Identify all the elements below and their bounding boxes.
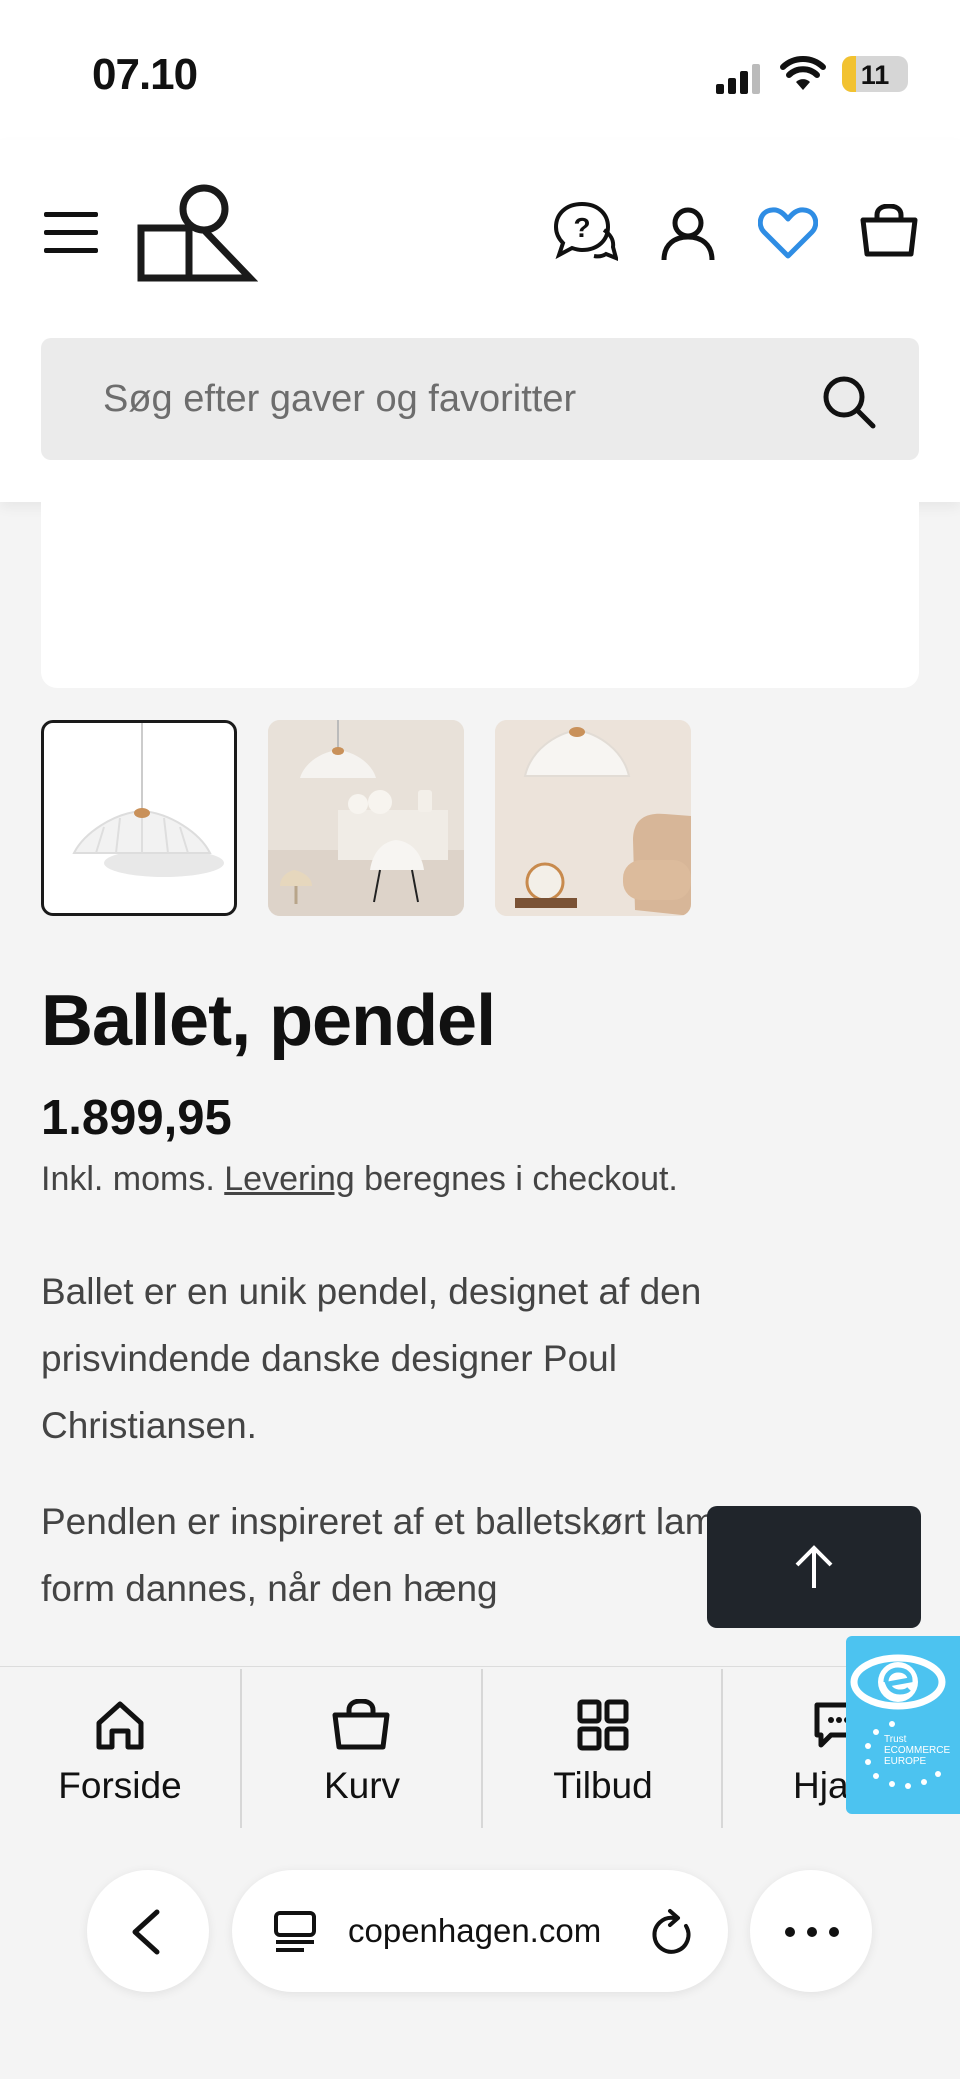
product-price: 1.899,95 <box>41 1091 232 1145</box>
nav-item-forside[interactable]: Forside <box>0 1667 240 1827</box>
status-time: 07.10 <box>92 50 198 99</box>
tax-suffix: beregnes i checkout. <box>354 1160 678 1198</box>
nav-label: Tilbud <box>553 1765 653 1806</box>
browser-toolbar: copenhagen.com <box>0 1828 960 2079</box>
browser-address-bar[interactable]: copenhagen.com <box>232 1870 728 1992</box>
browser-back-button[interactable] <box>87 1870 209 1992</box>
status-bar: 07.10 11 <box>0 0 960 140</box>
lamp-collection-image <box>268 720 464 916</box>
nav-item-tilbud[interactable]: Tilbud <box>483 1667 723 1827</box>
nav-item-kurv[interactable]: Kurv <box>242 1667 482 1827</box>
cellular-signal-icon <box>716 64 760 94</box>
scroll-to-top-button[interactable] <box>707 1506 921 1628</box>
bag-icon <box>332 1699 390 1750</box>
product-thumbnail-1[interactable] <box>41 720 237 916</box>
delivery-link[interactable]: Levering <box>224 1160 354 1198</box>
battery-level: 11 <box>860 60 890 90</box>
arrow-up-icon <box>795 1545 833 1588</box>
home-icon <box>96 1701 144 1750</box>
shopping-bag-icon[interactable] <box>860 204 918 258</box>
search-icon[interactable] <box>821 374 877 430</box>
wifi-icon <box>780 56 826 90</box>
battery-icon: 11 <box>842 56 908 92</box>
search-input[interactable]: Søg efter gaver og favoritter <box>103 378 576 421</box>
more-dots-icon <box>785 1927 839 1937</box>
lamp-interior-image <box>495 720 691 916</box>
help-chat-icon[interactable]: ? <box>552 200 618 266</box>
url-text[interactable]: copenhagen.com <box>348 1912 601 1950</box>
logo-icon[interactable] <box>136 184 258 284</box>
trust-badge-icon <box>850 1654 946 1789</box>
chevron-left-icon <box>132 1909 160 1955</box>
wishlist-heart-icon[interactable] <box>758 206 818 260</box>
account-icon[interactable] <box>660 206 716 262</box>
search-bar[interactable]: Søg efter gaver og favoritter <box>41 338 919 460</box>
hamburger-menu-icon[interactable] <box>44 210 100 254</box>
trust-ecommerce-badge[interactable]: Trust ECOMMERCE EUROPE <box>846 1636 960 1814</box>
bottom-navigation: Forside Kurv Tilbud Hja <box>0 1666 960 1829</box>
product-thumbnail-2[interactable] <box>268 720 464 916</box>
tax-prefix: Inkl. moms. <box>41 1160 225 1198</box>
product-description-1: Ballet er en unik pendel, designet af de… <box>41 1271 702 1446</box>
trust-badge-text: Trust ECOMMERCE EUROPE <box>884 1734 951 1767</box>
browser-more-button[interactable] <box>750 1870 872 1992</box>
nav-label: Forside <box>58 1765 182 1806</box>
pendant-lamp-image <box>72 723 224 877</box>
nav-label: Kurv <box>323 1765 401 1806</box>
product-title: Ballet, pendel <box>41 981 496 1061</box>
reader-mode-icon[interactable] <box>272 1910 318 1954</box>
tax-info: Inkl. moms. Levering beregnes i checkout… <box>41 1160 678 1199</box>
product-thumbnail-3[interactable] <box>495 720 691 916</box>
product-main-image[interactable] <box>41 490 919 688</box>
reload-icon[interactable] <box>650 1908 696 1958</box>
grid-icon <box>577 1699 629 1751</box>
svg-text:?: ? <box>573 212 590 243</box>
